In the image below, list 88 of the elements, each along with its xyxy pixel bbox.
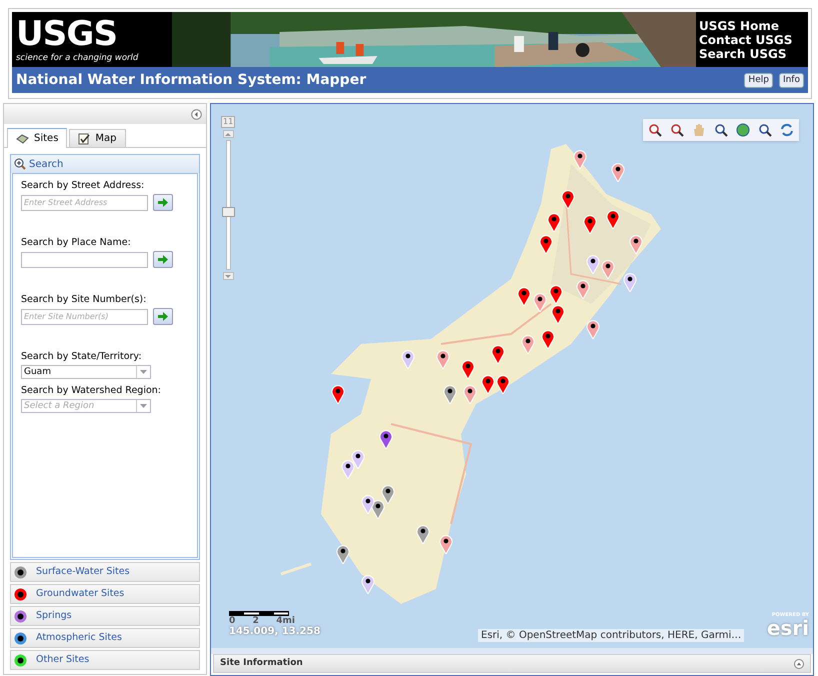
site-marker-icon[interactable] — [361, 494, 375, 514]
site-marker-icon[interactable] — [461, 359, 475, 379]
scale-label: 0 — [229, 616, 236, 626]
search-field[interactable] — [21, 252, 148, 268]
site-type-row[interactable]: Groundwater Sites — [10, 584, 200, 604]
site-type-row[interactable]: Surface-Water Sites — [10, 562, 200, 582]
site-marker-icon[interactable] — [551, 304, 565, 324]
site-marker-icon[interactable] — [521, 334, 535, 354]
field-label: Search by Watershed Region: — [21, 385, 162, 397]
site-marker-icon[interactable] — [436, 349, 450, 369]
logo-wordmark: USGS — [16, 16, 118, 52]
site-marker-icon[interactable] — [491, 344, 505, 364]
site-marker-icon[interactable] — [549, 284, 563, 304]
caret-icon — [140, 404, 147, 408]
site-marker-icon[interactable] — [601, 259, 615, 279]
search-field[interactable]: Enter Street Address — [21, 194, 148, 210]
search-panel-header[interactable]: Search — [11, 155, 199, 173]
expand-icon[interactable] — [794, 658, 804, 668]
site-marker-icon[interactable] — [443, 384, 457, 404]
attribution-text: Esri, © OpenStreetMap contributors, HERE, Garmi… — [478, 629, 744, 642]
site-marker-icon[interactable] — [416, 524, 430, 544]
site-marker-icon[interactable] — [341, 459, 355, 479]
dropdown-field[interactable]: Guam — [21, 365, 151, 379]
site-marker-icon[interactable] — [623, 272, 637, 292]
app-title: National Water Information System: Mapper — [16, 70, 368, 90]
site-marker-icon[interactable] — [361, 574, 375, 594]
refresh-icon[interactable] — [780, 123, 794, 137]
go-button[interactable] — [153, 194, 173, 211]
site-marker-icon[interactable] — [517, 286, 531, 306]
site-marker-icon[interactable] — [336, 544, 350, 564]
collapse-icon[interactable] — [191, 108, 202, 120]
site-marker-icon[interactable] — [586, 319, 600, 339]
caret-icon — [140, 370, 147, 374]
site-marker-icon[interactable] — [573, 149, 587, 169]
site-marker-icon[interactable] — [379, 429, 393, 449]
field-label: Search by Street Address: — [21, 180, 146, 192]
site-type-row[interactable]: Springs — [10, 606, 200, 626]
site-marker-icon[interactable] — [463, 384, 477, 404]
search-field[interactable]: Enter Site Number(s) — [21, 308, 148, 324]
site-marker-icon[interactable] — [606, 209, 620, 229]
header-link[interactable]: Contact USGS — [699, 32, 808, 46]
checklist-icon — [78, 132, 90, 144]
site-marker-icon[interactable] — [629, 234, 643, 254]
site-marker-icon[interactable] — [401, 349, 415, 369]
arrow-icon — [158, 198, 168, 207]
site-information-bar[interactable]: Site Information — [213, 654, 811, 673]
sidebar-tab[interactable]: Map — [69, 129, 126, 147]
field-label: Search by Place Name: — [21, 237, 132, 249]
header-button[interactable]: Help — [744, 72, 773, 88]
site-marker-icon[interactable] — [586, 254, 600, 274]
site-marker-icon[interactable] — [583, 214, 597, 234]
scale-label: 2 — [252, 616, 259, 626]
site-marker-icon[interactable] — [539, 234, 553, 254]
zoom-level-label: 11 — [221, 116, 236, 128]
esri-logo: esri — [766, 618, 809, 638]
coordinates-readout: 145.009, 13.258 — [229, 626, 320, 638]
field-label: Search by State/Territory: — [21, 351, 143, 363]
header-link[interactable]: USGS Home — [699, 18, 808, 32]
site-marker-icon[interactable] — [496, 374, 510, 394]
site-marker-icon[interactable] — [533, 292, 547, 312]
site-type-row[interactable]: Other Sites — [10, 650, 200, 670]
caret-icon — [225, 132, 232, 136]
caret-icon — [225, 274, 232, 278]
header-button[interactable]: Info — [778, 72, 804, 88]
site-marker-icon[interactable] — [439, 534, 453, 554]
site-marker-icon[interactable] — [611, 162, 625, 182]
magnifier-icon[interactable] — [758, 123, 772, 137]
scale-bar — [229, 611, 289, 616]
site-marker-icon[interactable] — [381, 484, 395, 504]
field-label: Search by Site Number(s): — [21, 294, 148, 306]
zoom-slider-thumb[interactable] — [222, 207, 235, 218]
header-link[interactable]: Search USGS — [699, 46, 808, 60]
site-marker-icon[interactable] — [561, 189, 575, 209]
site-marker-icon[interactable] — [576, 279, 590, 299]
site-marker-icon[interactable] — [331, 384, 345, 404]
go-button[interactable] — [153, 308, 173, 325]
magnifier-icon[interactable] — [714, 123, 728, 137]
site-type-row[interactable]: Atmospheric Sites — [10, 628, 200, 648]
go-button[interactable] — [153, 251, 173, 268]
site-marker-icon[interactable] — [351, 449, 365, 469]
arrow-icon — [158, 312, 168, 321]
sidebar-tab[interactable]: Sites — [7, 128, 68, 148]
logo-tagline: science for a changing world — [16, 52, 138, 64]
site-marker-icon[interactable] — [547, 212, 561, 232]
site-marker-icon[interactable] — [481, 374, 495, 394]
arrow-icon — [158, 255, 168, 264]
site-marker-icon[interactable] — [541, 329, 555, 349]
scale-label: 4mi — [276, 616, 295, 626]
